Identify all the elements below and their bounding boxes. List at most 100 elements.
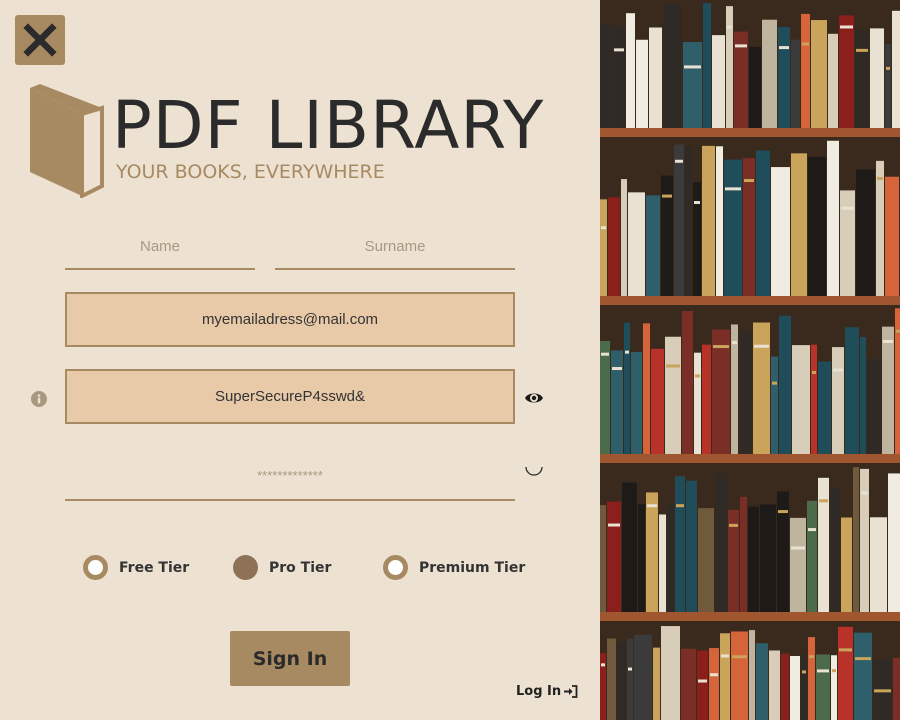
- free-tier-radio[interactable]: [83, 555, 108, 580]
- book-spine: [651, 348, 664, 454]
- book-spine: [739, 332, 752, 454]
- book-band: [839, 648, 852, 652]
- book-spine: [791, 39, 800, 128]
- book-spine: [638, 504, 645, 612]
- book-band: [710, 673, 718, 677]
- premium-tier-radio[interactable]: [383, 555, 408, 580]
- book-spine: [622, 482, 637, 612]
- book-spine: [840, 190, 855, 296]
- book-spine: [667, 504, 674, 612]
- book-spine: [702, 145, 715, 296]
- book-spine: [600, 340, 610, 454]
- book-band: [612, 367, 622, 371]
- book-spine: [693, 182, 701, 296]
- sign-in-button[interactable]: Sign In: [230, 631, 350, 686]
- pro-tier-radio[interactable]: [233, 555, 258, 580]
- book-band: [666, 364, 680, 368]
- surname-input[interactable]: [275, 224, 515, 270]
- book-spine: [753, 322, 770, 454]
- book-band: [819, 499, 828, 503]
- book-band: [855, 657, 871, 661]
- book-spine: [827, 140, 839, 296]
- book-spine: [683, 42, 702, 129]
- tier-option-free[interactable]: Free Tier: [83, 555, 189, 580]
- book-spine: [885, 176, 899, 296]
- bookshelf-photo: [600, 0, 900, 720]
- login-arrow-icon: [564, 685, 578, 698]
- book-spine: [853, 467, 859, 612]
- close-icon: [23, 23, 57, 57]
- confirm-password-field[interactable]: [65, 452, 515, 501]
- book-band: [871, 56, 883, 60]
- password-field[interactable]: [65, 369, 515, 424]
- book-spine: [778, 27, 790, 129]
- book-spine: [807, 500, 817, 612]
- book-spine: [720, 633, 730, 720]
- book-spine: [628, 192, 645, 296]
- book-spine: [646, 195, 660, 296]
- book-band: [886, 66, 890, 70]
- book-spine: [771, 167, 790, 296]
- book-spine: [808, 637, 815, 720]
- book-spine: [839, 15, 854, 128]
- tier-option-premium[interactable]: Premium Tier: [383, 555, 525, 580]
- book-spine: [661, 626, 680, 720]
- book-band: [684, 65, 701, 69]
- book-spine: [760, 504, 776, 612]
- book-band: [817, 669, 829, 673]
- book-spine: [624, 322, 630, 454]
- book-spine: [626, 13, 635, 128]
- book-spine: [681, 648, 696, 720]
- book-spine: [856, 169, 875, 296]
- info-icon[interactable]: [31, 391, 47, 407]
- eye-icon[interactable]: [524, 389, 544, 407]
- book-spine: [634, 634, 652, 720]
- book-band: [861, 491, 868, 495]
- book-spine: [749, 630, 755, 720]
- tier-label-premium: Premium Tier: [419, 559, 526, 576]
- book-spine: [600, 199, 607, 296]
- book-band: [601, 226, 606, 230]
- book-spine: [779, 315, 791, 454]
- book-band: [628, 667, 632, 671]
- book-band: [856, 48, 868, 52]
- book-spine: [769, 650, 780, 720]
- book-spine: [715, 473, 727, 612]
- book-spine: [643, 323, 650, 454]
- close-button[interactable]: [15, 15, 65, 65]
- book-band: [676, 504, 684, 508]
- book-spine: [876, 160, 884, 296]
- shelf-plank: [600, 296, 900, 305]
- book-spine: [828, 33, 838, 129]
- book-spine: [697, 650, 708, 720]
- book-icon: [30, 84, 104, 198]
- book-band: [840, 25, 853, 29]
- book-spine: [801, 653, 807, 720]
- name-input[interactable]: [65, 224, 255, 270]
- email-field[interactable]: [65, 292, 515, 347]
- book-spine: [694, 352, 701, 454]
- book-band: [662, 194, 672, 198]
- book-spine: [685, 147, 692, 296]
- tier-option-pro[interactable]: Pro Tier: [233, 555, 331, 580]
- book-spine: [818, 361, 831, 454]
- login-link[interactable]: Log In: [516, 684, 578, 699]
- book-spine: [674, 144, 684, 296]
- book-band: [725, 187, 741, 191]
- book-band: [802, 670, 806, 674]
- book-band: [732, 341, 737, 345]
- book-spine: [709, 648, 719, 720]
- book-spine: [855, 29, 869, 128]
- brand-tagline: YOUR BOOKS, EVERYWHERE: [116, 161, 385, 183]
- loading-arc-icon: [525, 466, 543, 476]
- book-band: [808, 528, 816, 532]
- book-spine: [854, 632, 872, 720]
- book-spine: [818, 477, 829, 612]
- book-band: [601, 663, 605, 667]
- book-spine: [686, 480, 697, 612]
- book-spine: [790, 517, 806, 612]
- book-spine: [790, 656, 800, 720]
- book-band: [833, 368, 843, 372]
- book-spine: [661, 175, 673, 296]
- book-band: [744, 179, 754, 183]
